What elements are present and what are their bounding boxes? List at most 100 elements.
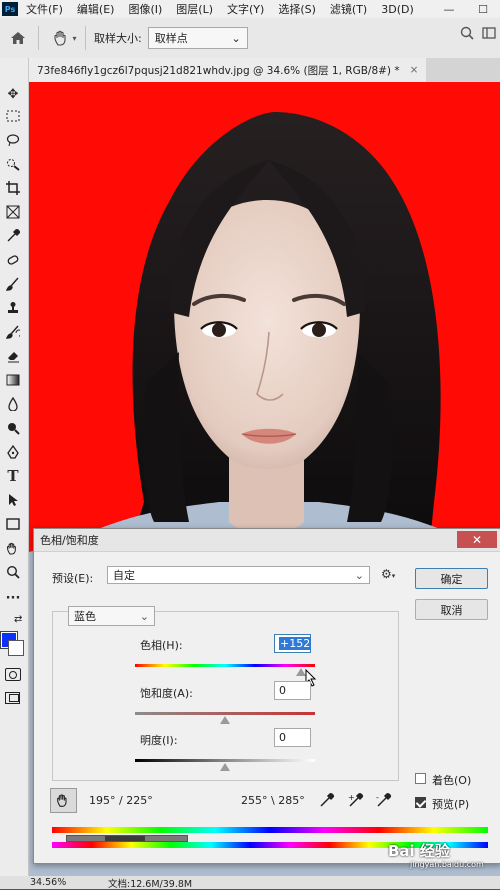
saturation-input[interactable]: 0 (274, 681, 311, 700)
menu-select[interactable]: 选择(S) (278, 1, 316, 17)
colorize-label: 着色(O) (432, 774, 472, 787)
hand-eyedropper-icon[interactable]: ▾ (53, 26, 77, 50)
saturation-label: 饱和度(A): (140, 687, 193, 700)
preset-value: 自定 (113, 569, 135, 582)
type-tool-icon[interactable]: T (2, 466, 24, 486)
blur-tool-icon[interactable] (2, 394, 24, 414)
brush-tool-icon[interactable] (2, 274, 24, 294)
path-select-icon[interactable] (2, 490, 24, 510)
pen-tool-icon[interactable] (2, 442, 24, 462)
menu-layer[interactable]: 图层(L) (176, 1, 213, 17)
channel-value: 蓝色 (74, 610, 96, 623)
quick-select-icon[interactable] (2, 154, 24, 174)
range-right-degrees: 255° \ 285° (241, 794, 305, 807)
chevron-down-icon: ⌄ (354, 568, 364, 582)
sample-size-select[interactable]: 取样点 ⌄ (147, 27, 248, 49)
eyedropper-plus-icon[interactable]: + (348, 792, 364, 811)
range-selector[interactable] (66, 835, 188, 842)
document-tab-bar: 73fe846fly1gcz6l7pqusj21d821whdv.jpg @ 3… (29, 58, 500, 82)
hue-slider-track[interactable] (135, 664, 315, 667)
document-title: 73fe846fly1gcz6l7pqusj21d821whdv.jpg @ 3… (37, 64, 400, 77)
dialog-titlebar[interactable]: 色相/饱和度 (34, 529, 500, 552)
frame-tool-icon[interactable] (2, 202, 24, 222)
quick-mask-icon[interactable] (5, 668, 21, 681)
dialog-title: 色相/饱和度 (40, 534, 99, 547)
maximize-button[interactable]: ☐ (466, 0, 500, 18)
healing-brush-icon[interactable] (2, 250, 24, 270)
options-bar: ▾ 取样大小: 取样点 ⌄ (0, 18, 500, 59)
preset-label: 预设(E): (52, 572, 94, 585)
home-icon[interactable] (6, 26, 30, 50)
options-right-icons (456, 26, 500, 44)
photoshop-logo-icon: Ps (2, 2, 18, 16)
swap-colors-icon[interactable]: ⇄ (14, 614, 22, 625)
saturation-value: 0 (279, 684, 286, 697)
menu-3d[interactable]: 3D(D) (381, 3, 414, 16)
document-size: 文档:12.6M/39.8M (108, 878, 193, 890)
menu-filter[interactable]: 滤镜(T) (330, 1, 367, 17)
background-color-swatch[interactable] (8, 640, 24, 656)
history-brush-icon[interactable] (2, 322, 24, 342)
saturation-slider-thumb[interactable] (220, 716, 230, 724)
lasso-tool-icon[interactable] (2, 130, 24, 150)
watermark-text: Bai 经验 (388, 842, 450, 860)
eyedropper-minus-icon[interactable]: - (376, 792, 392, 811)
zoom-tool-icon[interactable] (2, 562, 24, 582)
hue-value: +152 (279, 637, 312, 650)
chevron-down-icon: ⌄ (231, 31, 241, 45)
lightness-value: 0 (279, 731, 286, 744)
preset-select[interactable]: 自定 ⌄ (107, 566, 370, 584)
cancel-button[interactable]: 取消 (415, 599, 488, 620)
ok-button[interactable]: 确定 (415, 568, 488, 589)
menu-image[interactable]: 图像(I) (128, 1, 162, 17)
divider (85, 26, 86, 50)
lightness-input[interactable]: 0 (274, 728, 311, 747)
range-left-degrees: 195° / 225° (89, 794, 153, 807)
hand-tool-icon[interactable] (2, 538, 24, 558)
chevron-down-icon: ⌄ (139, 609, 149, 623)
search-icon[interactable] (456, 26, 478, 44)
menu-edit[interactable]: 编辑(E) (77, 1, 115, 17)
close-tab-icon[interactable]: × (410, 64, 419, 76)
gradient-tool-icon[interactable] (2, 370, 24, 390)
lightness-label: 明度(I): (140, 734, 178, 747)
hue-input[interactable]: +152 (274, 634, 312, 653)
dialog-close-button[interactable]: ✕ (457, 531, 497, 548)
more-tools-icon[interactable]: ··· (2, 588, 24, 608)
tools-panel: ✥ T ··· ⇄ (0, 58, 29, 876)
minimize-button[interactable]: — (432, 0, 466, 18)
preview-label: 预览(P) (432, 798, 470, 811)
status-bar: 34.56% 文档:12.6M/39.8M (0, 876, 500, 890)
clone-stamp-icon[interactable] (2, 298, 24, 318)
eraser-tool-icon[interactable] (2, 346, 24, 366)
hue-label: 色相(H): (140, 639, 183, 652)
saturation-slider-track[interactable] (135, 712, 315, 715)
channel-select[interactable]: 蓝色 ⌄ (68, 606, 155, 626)
colorize-checkbox[interactable] (415, 773, 426, 784)
dodge-tool-icon[interactable] (2, 418, 24, 438)
hue-saturation-dialog: 色相/饱和度 ✕ 预设(E): 自定 ⌄ ⚙▾ 确定 取消 蓝色 ⌄ 色相(H)… (33, 528, 500, 864)
sample-size-value: 取样点 (154, 32, 188, 45)
screen-mode-icon[interactable] (5, 692, 20, 704)
divider (38, 26, 39, 50)
menu-type[interactable]: 文字(Y) (227, 1, 264, 17)
menu-file[interactable]: 文件(F) (26, 1, 63, 17)
eyedropper-icon[interactable] (319, 792, 335, 811)
zoom-level[interactable]: 34.56% (30, 877, 90, 888)
marquee-tool-icon[interactable] (2, 106, 24, 126)
crop-tool-icon[interactable] (2, 178, 24, 198)
eyedropper-tool-icon[interactable] (2, 226, 24, 246)
baidu-watermark: Bai 经验 (388, 840, 450, 861)
menu-bar: Ps 文件(F) 编辑(E) 图像(I) 图层(L) 文字(Y) 选择(S) 滤… (0, 0, 500, 18)
sample-size-label: 取样大小: (94, 32, 142, 45)
svg-text:-: - (376, 793, 379, 802)
preset-options-gear-icon[interactable]: ⚙▾ (381, 567, 395, 581)
rectangle-tool-icon[interactable] (2, 514, 24, 534)
lightness-slider-thumb[interactable] (220, 763, 230, 771)
workspace-icon[interactable] (478, 26, 500, 44)
preview-checkbox[interactable] (415, 797, 426, 808)
lightness-slider-track[interactable] (135, 759, 315, 762)
move-tool-icon[interactable]: ✥ (2, 84, 24, 104)
document-tab[interactable]: 73fe846fly1gcz6l7pqusj21d821whdv.jpg @ 3… (29, 58, 427, 82)
targeted-adjustment-hand-button[interactable] (50, 788, 77, 813)
